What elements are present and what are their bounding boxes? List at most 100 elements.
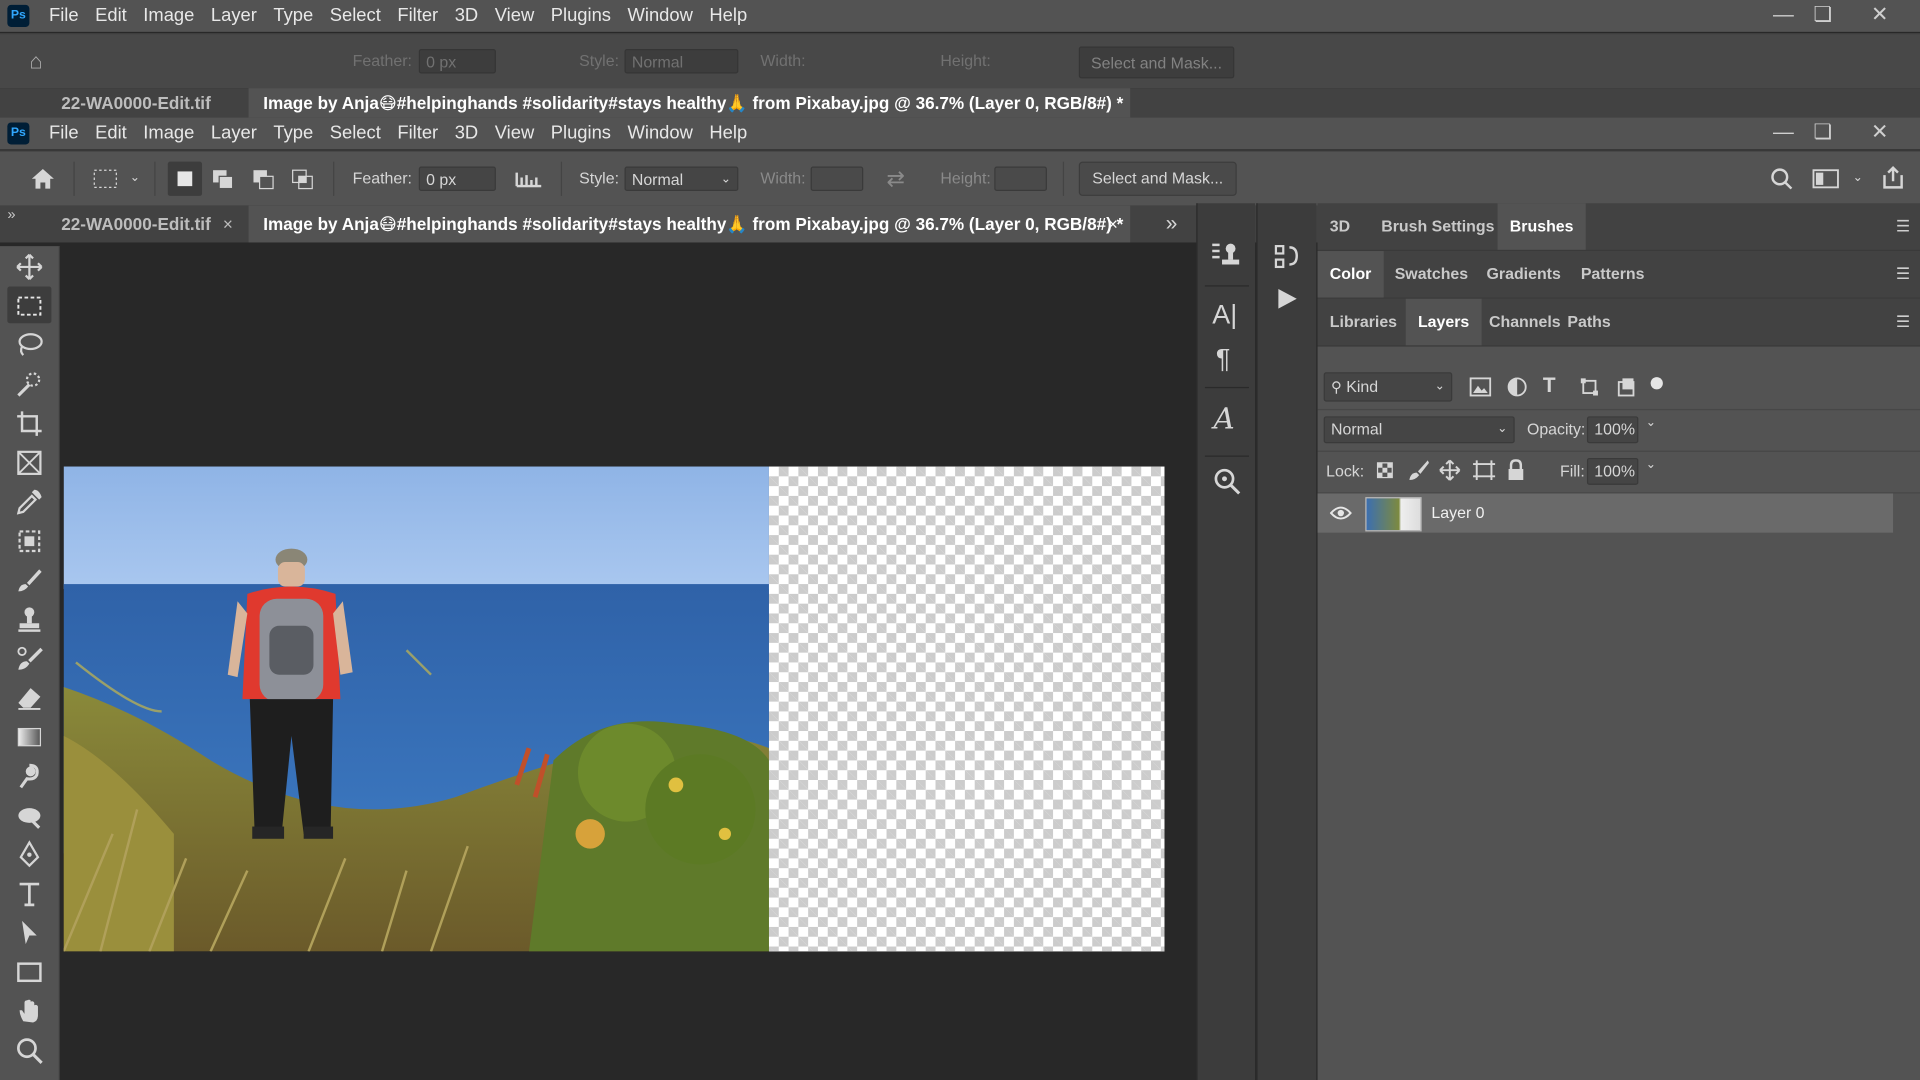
lock-all-icon[interactable] xyxy=(1506,459,1526,481)
share-icon[interactable] xyxy=(1881,165,1905,189)
glyphs-icon[interactable]: A xyxy=(1213,402,1234,436)
width-input[interactable] xyxy=(810,166,864,192)
eraser-tool-icon[interactable] xyxy=(15,683,44,712)
tab-document-active[interactable]: Image by Anja😷#helpinghands #solidarity#… xyxy=(248,205,1131,243)
clone-stamp-icon[interactable] xyxy=(15,605,44,634)
home-icon[interactable] xyxy=(29,167,56,191)
zoom-tool-icon[interactable] xyxy=(15,1036,44,1065)
lock-artboard-icon[interactable] xyxy=(1472,459,1496,481)
tab-3d[interactable]: 3D xyxy=(1318,203,1363,250)
preset-dropdown-icon[interactable]: ⌄ xyxy=(130,152,140,206)
feather-input[interactable]: 0 px xyxy=(418,166,496,192)
crop-tool-icon[interactable] xyxy=(15,409,44,438)
add-selection-icon[interactable] xyxy=(212,169,234,190)
subtract-selection-icon[interactable] xyxy=(252,169,274,190)
gradient-tool-icon[interactable] xyxy=(15,722,44,751)
object-selection-icon[interactable] xyxy=(15,527,44,556)
character-icon[interactable]: A| xyxy=(1212,299,1237,331)
tab-close-icon[interactable]: × xyxy=(223,214,233,234)
filter-shape-icon[interactable] xyxy=(1578,376,1600,398)
menu-item-image[interactable]: Image xyxy=(136,118,202,150)
workspace-dropdown-icon[interactable]: ⌄ xyxy=(1853,152,1863,206)
filter-toggle-icon[interactable] xyxy=(1650,377,1663,390)
menu-item-type[interactable]: Type xyxy=(266,118,321,150)
menu-item-plugins[interactable]: Plugins xyxy=(543,118,618,150)
select-and-mask-button[interactable]: Select and Mask... xyxy=(1078,161,1237,196)
history-brush-icon[interactable] xyxy=(15,644,44,673)
menu-item-select[interactable]: Select xyxy=(322,118,388,150)
filter-adjustment-icon[interactable] xyxy=(1506,376,1528,398)
marquee-preset-icon[interactable] xyxy=(93,169,117,189)
menu-item-edit[interactable]: Edit xyxy=(88,118,134,150)
transparent-canvas-area[interactable] xyxy=(768,466,1165,952)
panel-menu-icon[interactable]: ☰ xyxy=(1896,217,1910,237)
menu-item-help[interactable]: Help xyxy=(702,118,754,150)
dodge-tool-icon[interactable] xyxy=(15,801,44,830)
menu-item-3d[interactable]: 3D xyxy=(447,118,485,150)
filter-type-icon[interactable]: T xyxy=(1543,373,1556,397)
eyedropper-icon[interactable] xyxy=(15,487,44,516)
search-icon[interactable] xyxy=(1771,168,1793,190)
minimize-icon[interactable]: — xyxy=(1773,118,1794,150)
height-input[interactable] xyxy=(994,166,1047,192)
tab-close-icon[interactable]: × xyxy=(1108,206,1118,243)
tab-libraries[interactable]: Libraries xyxy=(1318,299,1410,346)
close-window-icon[interactable]: ✕ xyxy=(1871,118,1888,150)
hand-tool-icon[interactable] xyxy=(15,997,44,1026)
intersect-selection-icon[interactable] xyxy=(291,169,313,190)
menu-item-layer[interactable]: Layer xyxy=(204,118,265,150)
workspace-icon[interactable] xyxy=(1812,169,1839,189)
lock-pixels-icon[interactable] xyxy=(1408,459,1430,481)
tab-overflow-icon[interactable]: » xyxy=(1166,206,1178,243)
clone-source-icon[interactable] xyxy=(1210,240,1242,269)
blend-mode-select[interactable]: Normal ⌄ xyxy=(1323,416,1515,444)
quick-selection-icon[interactable] xyxy=(15,370,44,399)
tab-layers[interactable]: Layers xyxy=(1405,298,1482,346)
new-selection-button[interactable] xyxy=(167,161,203,196)
actions-play-icon[interactable] xyxy=(1275,287,1299,311)
menu-item-window[interactable]: Window xyxy=(620,118,700,150)
tab-document-inactive[interactable]: 22-WA0000-Edit.tif × xyxy=(61,206,233,243)
rectangle-tool-icon[interactable] xyxy=(15,958,44,987)
document-image[interactable] xyxy=(63,466,769,952)
fill-input[interactable]: 100% xyxy=(1586,457,1639,485)
swap-icon[interactable]: ⇄ xyxy=(887,152,905,206)
lock-position-icon[interactable] xyxy=(1439,459,1461,481)
paragraph-icon[interactable]: ¶ xyxy=(1216,343,1230,375)
opacity-dropdown-icon[interactable]: ⌄ xyxy=(1646,416,1656,429)
panel-menu-icon[interactable]: ☰ xyxy=(1896,312,1910,332)
frame-tool-icon[interactable] xyxy=(15,448,44,477)
layer-filter-select[interactable]: ⚲ Kind ⌄ xyxy=(1323,372,1453,402)
tab-color[interactable]: Color xyxy=(1317,251,1384,298)
fill-dropdown-icon[interactable]: ⌄ xyxy=(1646,458,1656,471)
lock-transparent-icon[interactable] xyxy=(1376,462,1393,479)
panel-menu-icon[interactable]: ☰ xyxy=(1896,264,1910,284)
tab-brushes[interactable]: Brushes xyxy=(1497,203,1586,250)
tab-gradients[interactable]: Gradients xyxy=(1474,251,1573,298)
opacity-input[interactable]: 100% xyxy=(1586,416,1639,444)
pen-tool-icon[interactable] xyxy=(15,840,44,869)
path-selection-icon[interactable] xyxy=(15,918,44,947)
learn-icon[interactable] xyxy=(1211,465,1243,497)
anti-alias-icon[interactable] xyxy=(514,170,543,188)
menu-item-file[interactable]: File xyxy=(42,118,86,150)
rectangular-marquee-icon[interactable] xyxy=(15,291,44,320)
brush-tool-icon[interactable] xyxy=(15,566,44,595)
move-tool-icon[interactable] xyxy=(15,252,44,281)
menu-item-filter[interactable]: Filter xyxy=(390,118,446,150)
history-icon[interactable] xyxy=(1272,242,1301,271)
filter-pixel-icon[interactable] xyxy=(1469,377,1492,397)
eye-visibility-icon[interactable] xyxy=(1329,504,1352,521)
filter-smart-object-icon[interactable] xyxy=(1615,376,1637,398)
tab-swatches[interactable]: Swatches xyxy=(1382,251,1480,298)
menu-item-view[interactable]: View xyxy=(487,118,541,150)
smudge-tool-icon[interactable] xyxy=(15,762,44,791)
expand-toolbar-icon[interactable]: » xyxy=(7,206,15,223)
tab-brush-settings[interactable]: Brush Settings xyxy=(1369,203,1507,250)
restore-icon[interactable]: ❏ xyxy=(1813,118,1832,150)
tab-paths[interactable]: Paths xyxy=(1555,299,1623,346)
layer-row[interactable]: Layer 0 xyxy=(1317,493,1894,533)
style-select[interactable]: Normal ⌄ xyxy=(624,166,739,192)
type-tool-icon[interactable] xyxy=(15,879,44,908)
lasso-tool-icon[interactable] xyxy=(15,331,44,360)
